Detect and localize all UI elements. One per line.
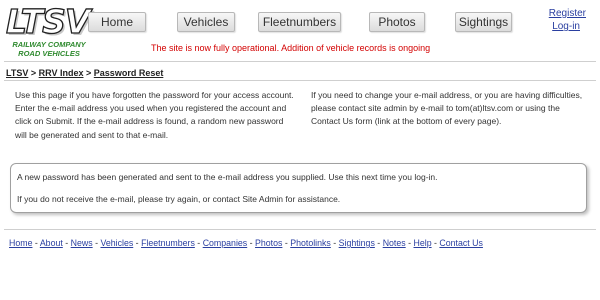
logo-subtitle: RAILWAY COMPANY ROAD VEHICLES [6, 40, 92, 58]
breadcrumb-separator: > [86, 68, 92, 78]
nav-vehicles-button[interactable]: Vehicles [177, 12, 235, 32]
breadcrumb-divider [4, 80, 596, 81]
status-message-box: A new password has been generated and se… [10, 163, 587, 213]
site-logo[interactable]: LTSV RAILWAY COMPANY ROAD VEHICLES [5, 2, 92, 58]
register-link[interactable]: Register [549, 8, 586, 19]
footer-link-photos[interactable]: Photos [255, 238, 282, 248]
footer-link-notes[interactable]: Notes [383, 238, 406, 248]
footer-links: Home - About - News - Vehicles - Fleetnu… [9, 238, 483, 248]
logo-subtitle-line1: RAILWAY COMPANY [12, 40, 86, 49]
breadcrumb-current: Password Reset [93, 68, 164, 78]
status-message-line1: A new password has been generated and se… [17, 172, 438, 182]
site-notice: The site is now fully operational. Addit… [151, 43, 431, 53]
footer-link-contact-us[interactable]: Contact Us [439, 238, 483, 248]
footer-link-companies[interactable]: Companies [203, 238, 248, 248]
breadcrumb-separator: > [30, 68, 37, 78]
breadcrumb-home-link[interactable]: LTSV [6, 68, 28, 78]
nav-sightings-button[interactable]: Sightings [455, 12, 512, 32]
status-message-line2: If you do not receive the e-mail, please… [17, 194, 341, 204]
footer-link-help[interactable]: Help [414, 238, 432, 248]
footer-separator: - [133, 238, 142, 248]
footer-divider [4, 229, 596, 230]
footer-link-sightings[interactable]: Sightings [339, 238, 375, 248]
nav-home-button[interactable]: Home [88, 12, 146, 32]
footer-separator: - [62, 238, 71, 248]
breadcrumb-index-link[interactable]: RRV Index [39, 68, 84, 78]
footer-separator: - [330, 238, 339, 248]
footer-link-home[interactable]: Home [9, 238, 32, 248]
footer-separator: - [374, 238, 383, 248]
header-divider [4, 61, 596, 62]
nav-photos-button[interactable]: Photos [369, 12, 425, 32]
footer-link-about[interactable]: About [40, 238, 63, 248]
footer-separator: - [247, 238, 256, 248]
footer-link-news[interactable]: News [71, 238, 93, 248]
footer-separator: - [194, 238, 203, 248]
footer-link-vehicles[interactable]: Vehicles [100, 238, 133, 248]
footer-separator: - [405, 238, 414, 248]
login-link[interactable]: Log-in [552, 21, 580, 32]
footer-link-fleetnumbers[interactable]: Fleetnumbers [141, 238, 195, 248]
footer-link-photolinks[interactable]: Photolinks [290, 238, 331, 248]
logo-subtitle-line2: ROAD VEHICLES [18, 49, 80, 58]
intro-text-left: Use this page if you have forgotten the … [15, 90, 294, 140]
intro-text-right: If you need to change your e-mail addres… [311, 90, 583, 127]
breadcrumb: LTSV > RRV Index > Password Reset [6, 68, 163, 78]
nav-fleetnumbers-button[interactable]: Fleetnumbers [258, 12, 341, 32]
logo-wordmark: LTSV [5, 2, 91, 41]
footer-separator: - [32, 238, 40, 248]
